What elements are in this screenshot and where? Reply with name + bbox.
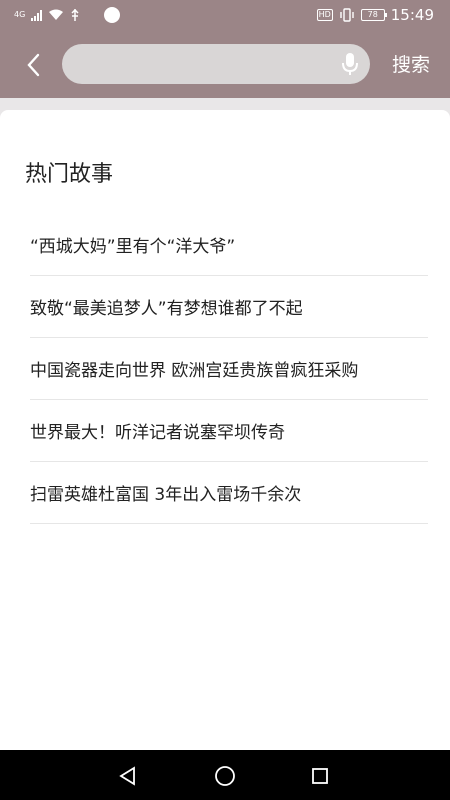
vibrate-icon [340, 8, 354, 22]
status-right-group: HD 78 15:49 [316, 6, 434, 24]
search-header: 搜索 [0, 32, 450, 98]
story-item[interactable]: 世界最大！听洋记者说塞罕坝传奇 [30, 400, 428, 462]
hd-badge: HD [316, 9, 333, 21]
back-arrow-icon [27, 53, 40, 77]
nav-home-button[interactable] [211, 762, 239, 790]
search-box[interactable] [62, 44, 370, 84]
story-item[interactable]: 致敬“最美追梦人”有梦想谁都了不起 [30, 276, 428, 338]
section-title: 热门故事 [25, 162, 114, 187]
battery-icon: 78 [360, 9, 387, 21]
app-notification-icon [104, 7, 121, 23]
nav-back-button[interactable] [114, 762, 142, 790]
story-item[interactable]: “西城大妈”里有个“洋大爷” [30, 214, 428, 276]
network-type-label: 4G [14, 10, 26, 19]
wifi-icon [49, 9, 64, 20]
search-input[interactable] [62, 44, 330, 84]
square-recents-icon [312, 768, 328, 784]
voice-search-button[interactable] [330, 44, 370, 84]
story-list: “西城大妈”里有个“洋大爷” 致敬“最美追梦人”有梦想谁都了不起 中国瓷器走向世… [30, 214, 428, 524]
usb-icon [71, 9, 79, 21]
hot-stories-card: 热门故事 “西城大妈”里有个“洋大爷” 致敬“最美追梦人”有梦想谁都了不起 中国… [0, 110, 450, 750]
status-left-group: 4G [14, 7, 121, 23]
system-navigation-bar [0, 750, 450, 800]
back-button[interactable] [18, 50, 48, 80]
clock: 15:49 [390, 6, 434, 24]
search-button[interactable]: 搜索 [386, 50, 436, 80]
story-item[interactable]: 中国瓷器走向世界 欧洲宫廷贵族曾疯狂采购 [30, 338, 428, 400]
circle-home-icon [215, 766, 235, 786]
signal-strength-icon [31, 9, 43, 21]
status-bar: 4G HD 78 15:49 [0, 0, 450, 32]
microphone-icon [342, 53, 358, 75]
story-item[interactable]: 扫雷英雄杜富国 3年出入雷场千余次 [30, 462, 428, 524]
triangle-back-icon [119, 766, 135, 786]
nav-recents-button[interactable] [306, 762, 334, 790]
